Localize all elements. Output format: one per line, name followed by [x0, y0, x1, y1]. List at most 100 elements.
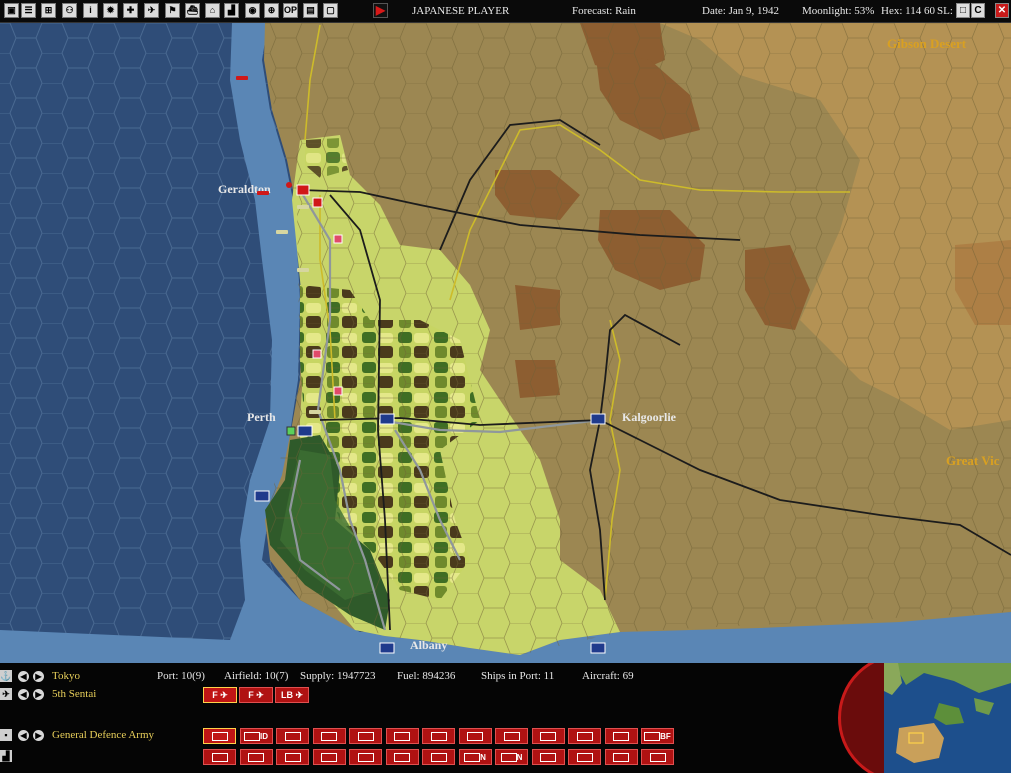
- reports-icon[interactable]: ☰: [21, 3, 36, 18]
- unit-button-label: N: [480, 753, 486, 762]
- unit-symbol-icon: [394, 732, 410, 742]
- unit-type-button[interactable]: [349, 749, 382, 765]
- plane-icon: ✈: [253, 690, 264, 700]
- next-base-button[interactable]: ▶: [33, 671, 44, 682]
- prev-air-unit-button[interactable]: ◀: [18, 689, 29, 700]
- army-name[interactable]: General Defence Army: [52, 729, 154, 741]
- base-name[interactable]: Tokyo: [52, 670, 80, 682]
- chart-icon[interactable]: ▟: [224, 3, 239, 18]
- unit-filter-button[interactable]: [422, 728, 455, 744]
- group-icon[interactable]: ⊞: [41, 3, 56, 18]
- ground-unit-icon[interactable]: ✚: [123, 3, 138, 18]
- unit-type-button[interactable]: [641, 749, 674, 765]
- ship-marker: [309, 410, 321, 414]
- unit-filter-button[interactable]: [495, 728, 528, 744]
- unit-type-button[interactable]: [385, 749, 419, 765]
- ship-marker: [297, 268, 309, 272]
- unit-symbol-icon: [503, 732, 520, 742]
- unit-filter-button[interactable]: [276, 728, 309, 744]
- unit-symbol-icon: [576, 753, 593, 763]
- end-turn-button[interactable]: ▶: [373, 3, 388, 18]
- plane-icon: ✈: [292, 690, 304, 700]
- port-marker: [286, 182, 292, 188]
- next-ground-unit-button[interactable]: ▶: [33, 730, 44, 741]
- unit-button-label: ID: [260, 732, 268, 741]
- minimap[interactable]: [884, 663, 1011, 773]
- factory-icon[interactable]: ▟: [0, 750, 12, 762]
- unit-type-button[interactable]: [568, 749, 601, 765]
- unit-filter-button[interactable]: [312, 728, 346, 744]
- unit-symbol-icon: [500, 753, 517, 763]
- unit-type-button[interactable]: [531, 749, 565, 765]
- op-icon[interactable]: OP: [283, 3, 298, 18]
- unit-filter-button[interactable]: [531, 728, 565, 744]
- unit-symbol-icon: [357, 732, 374, 742]
- japanese-unit-marker: [333, 234, 343, 244]
- unit-type-button[interactable]: [312, 749, 346, 765]
- ground-unit-icon[interactable]: ▪: [0, 729, 12, 741]
- unit-type-button[interactable]: N: [495, 749, 528, 765]
- fuel-value: Fuel: 894236: [397, 670, 456, 682]
- map-label-perth[interactable]: Perth: [247, 410, 276, 424]
- unit-type-button[interactable]: [604, 749, 638, 765]
- anchor-icon[interactable]: ⚓: [0, 670, 12, 682]
- unit-filter-button[interactable]: [349, 728, 382, 744]
- level-bomber-button[interactable]: LB ✈: [275, 687, 309, 703]
- unit-symbol-icon: [284, 732, 301, 742]
- unit-filter-button[interactable]: [568, 728, 601, 744]
- terrain-icon[interactable]: ▤: [303, 3, 318, 18]
- unit-symbol-icon: [540, 732, 556, 742]
- window-icon[interactable]: ▢: [323, 3, 338, 18]
- hex-grid-land: [264, 23, 1011, 655]
- bottom-info-panel: ⚓ ◀ ▶ Tokyo Port: 10(9) Airfield: 10(7) …: [0, 663, 1011, 773]
- unit-symbol-icon: [248, 753, 264, 763]
- moonlight-label: Moonlight: 53%: [802, 5, 875, 17]
- unit-filter-button[interactable]: [203, 728, 236, 744]
- unit-filter-button[interactable]: [458, 728, 492, 744]
- strategic-map[interactable]: Geraldton Perth Kalgoorlie Albany Gibson…: [0, 23, 1011, 663]
- unit-type-button[interactable]: [239, 749, 273, 765]
- unit-type-button[interactable]: [203, 749, 236, 765]
- prev-ground-unit-button[interactable]: ◀: [18, 730, 29, 741]
- save-icon[interactable]: ▣: [4, 3, 19, 18]
- task-force-icon[interactable]: ⚇: [62, 3, 77, 18]
- hex-label: Hex: 114 60: [881, 5, 935, 17]
- forecast-label: Forecast: Rain: [572, 5, 636, 17]
- map-label-kalgoorlie[interactable]: Kalgoorlie: [622, 410, 677, 424]
- ship-icon[interactable]: ⛴: [185, 3, 200, 18]
- globe-icon[interactable]: ⊕: [264, 3, 279, 18]
- unit-symbol-icon: [613, 753, 629, 763]
- unit-symbol-icon: [321, 753, 337, 763]
- close-button[interactable]: ✕: [995, 3, 1009, 18]
- unit-type-button[interactable]: N: [458, 749, 492, 765]
- ship-marker: [236, 76, 248, 80]
- unit-filter-button[interactable]: ID: [239, 728, 273, 744]
- allied-flag-marker: [590, 413, 606, 425]
- unit-filter-button[interactable]: [604, 728, 638, 744]
- plane-icon[interactable]: ✈: [144, 3, 159, 18]
- fighter-button[interactable]: F ✈: [203, 687, 237, 703]
- air-unit-name[interactable]: 5th Sentai: [52, 688, 96, 700]
- air-unit-icon[interactable]: ✈: [0, 688, 12, 700]
- sun-icon[interactable]: ✹: [103, 3, 118, 18]
- production-icon[interactable]: ⌂: [205, 3, 220, 18]
- maximize-button[interactable]: □: [956, 3, 970, 18]
- map-icon[interactable]: ◉: [245, 3, 260, 18]
- restore-button[interactable]: C: [971, 3, 985, 18]
- prev-base-button[interactable]: ◀: [18, 671, 29, 682]
- unit-type-button[interactable]: [276, 749, 309, 765]
- unit-type-button[interactable]: [422, 749, 455, 765]
- map-label-albany[interactable]: Albany: [410, 638, 447, 652]
- allied-flag-marker: [297, 425, 313, 437]
- map-label-gibson-desert: Gibson Desert: [887, 36, 967, 51]
- next-air-unit-button[interactable]: ▶: [33, 689, 44, 700]
- air-button-label: LB: [280, 690, 293, 700]
- flag-icon[interactable]: ⚑: [165, 3, 180, 18]
- allied-flag-marker: [254, 490, 270, 502]
- info-icon[interactable]: i: [83, 3, 98, 18]
- fighter-alt-button[interactable]: F ✈: [239, 687, 273, 703]
- unit-filter-button[interactable]: BF: [641, 728, 674, 744]
- unit-symbol-icon: [244, 732, 260, 742]
- unit-filter-button[interactable]: [385, 728, 419, 744]
- allied-flag-marker: [379, 642, 395, 654]
